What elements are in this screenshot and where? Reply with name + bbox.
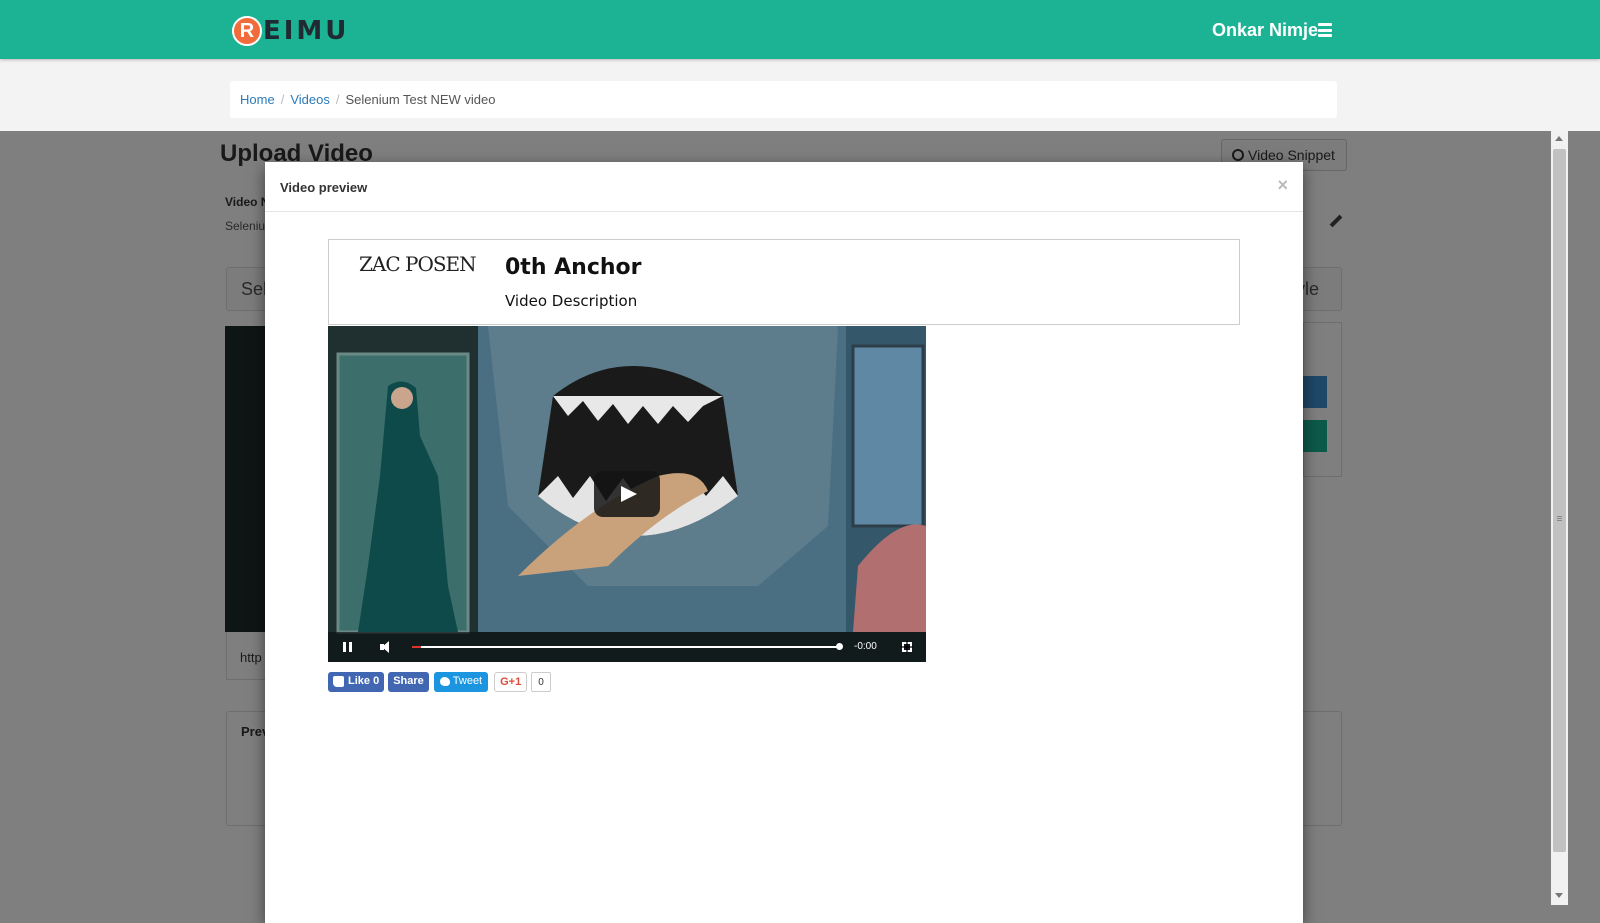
progress-fill [412,646,421,648]
pause-icon[interactable] [343,642,352,652]
scroll-up-arrow-icon[interactable] [1555,136,1563,141]
breadcrumb-current: Selenium Test NEW video [345,92,496,107]
facebook-like-button[interactable]: Like 0 [328,672,385,692]
breadcrumb-separator: / [280,92,285,107]
google-plus-button[interactable]: G+1 [494,672,528,692]
scroll-down-arrow-icon[interactable] [1555,893,1563,898]
brand-logo: ZAC POSEN [359,252,477,276]
breadcrumb-home[interactable]: Home [240,92,275,107]
progress-knob[interactable] [836,643,843,650]
progress-bar[interactable] [412,643,843,650]
time-remaining: -0:00 [854,641,877,652]
breadcrumb-videos[interactable]: Videos [290,92,330,107]
tweet-label: Tweet [452,675,483,687]
google-plus-count: 0 [531,672,551,692]
tweet-button[interactable]: Tweet [433,672,489,692]
logo-text: EIMU [263,16,350,46]
player-controls: -0:00 [328,632,926,662]
top-navbar: R EIMU Onkar Nimje [0,0,1600,59]
facebook-like-label: Like 0 [348,675,380,687]
hamburger-menu-icon[interactable] [1318,23,1332,37]
breadcrumb-separator: / [335,92,340,107]
modal-header: Video preview × [265,162,1303,212]
anchor-title: 0th Anchor [505,255,642,280]
fullscreen-icon[interactable] [901,641,913,653]
vertical-scrollbar[interactable] [1551,131,1568,905]
anchor-description: Video Description [505,292,638,310]
social-share-bar: Like 0 Share Tweet G+1 0 [328,672,551,692]
anchor-card: ZAC POSEN 0th Anchor Video Description [328,239,1240,325]
video-player[interactable]: -0:00 [328,326,926,662]
breadcrumb: Home / Videos / Selenium Test NEW video [230,81,1337,118]
logo-mark: R [232,16,262,46]
play-icon[interactable] [594,471,660,517]
user-name[interactable]: Onkar Nimje [1212,20,1318,41]
volume-icon[interactable] [380,641,396,653]
app-logo[interactable]: R EIMU [232,16,349,46]
grip-icon [1557,516,1562,517]
scroll-thumb[interactable] [1553,149,1566,852]
facebook-share-button[interactable]: Share [388,672,429,692]
video-preview-modal: Video preview × ZAC POSEN 0th Anchor Vid… [265,162,1303,923]
close-icon[interactable]: × [1277,175,1288,196]
twitter-bird-icon [439,677,450,686]
modal-title: Video preview [280,180,368,195]
thumbs-up-icon [333,676,344,687]
